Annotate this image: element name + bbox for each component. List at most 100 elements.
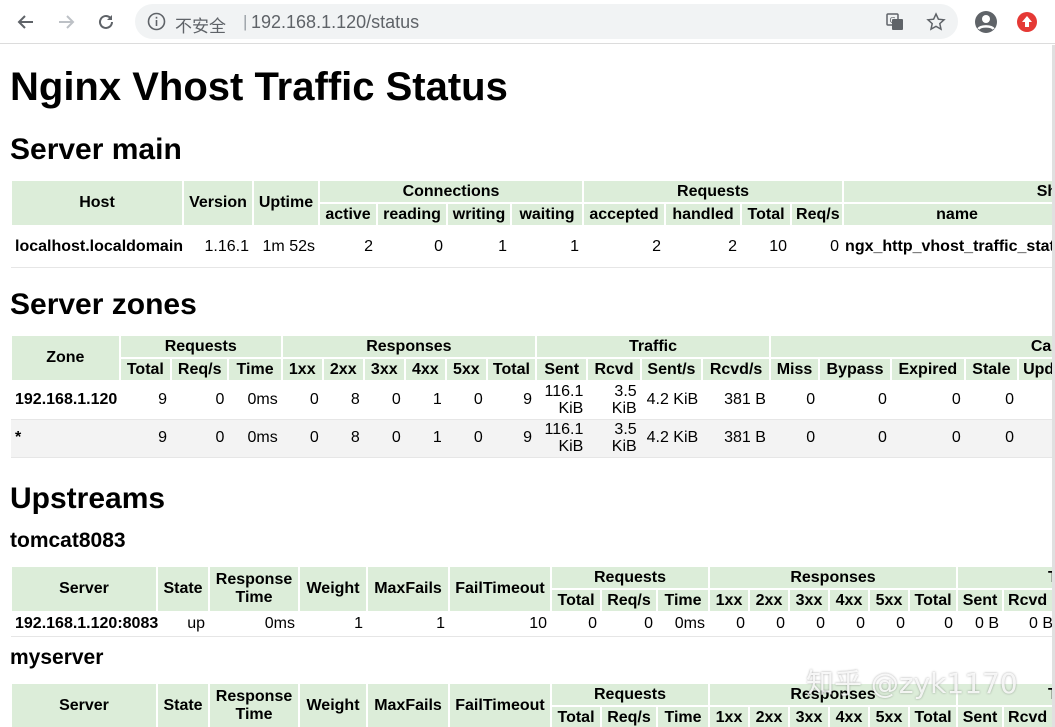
col-failtimeout: FailTimeout	[448, 565, 552, 613]
cell-active: 2	[319, 226, 377, 268]
col-5xx: 5xx	[868, 705, 910, 727]
cell-expired: 0	[890, 381, 965, 420]
server-zones-table: Zone Requests Responses Traffic Cach Tot…	[10, 334, 1055, 458]
col-uptime: Uptime	[252, 179, 320, 227]
col-5xx: 5xx	[868, 588, 910, 613]
col-failtimeout: FailTimeout	[448, 682, 552, 727]
cell-rcvd: 0 B	[1003, 612, 1055, 637]
cell-sent-per-sec: 4.2 KiB	[640, 419, 703, 458]
forward-button[interactable]	[52, 8, 80, 36]
server-main-heading: Server main	[10, 133, 182, 166]
cell-3xx: 0	[363, 419, 405, 458]
col-1xx: 1xx	[708, 588, 750, 613]
table-row: localhost.localdomain 1.16.1 1m 52s 2 0 …	[11, 226, 1055, 268]
col-host: Host	[10, 179, 184, 227]
cell-reqs: 0	[170, 419, 229, 458]
url-separator: |	[243, 12, 248, 31]
col-2xx: 2xx	[748, 705, 790, 727]
col-4xx: 4xx	[828, 705, 870, 727]
cell-total: 10	[741, 226, 792, 268]
info-icon[interactable]	[147, 12, 166, 31]
cell-rcvd: 3.5 KiB	[587, 381, 641, 420]
cell-time: 0ms	[657, 612, 709, 637]
col-1xx: 1xx	[280, 357, 324, 382]
cell-updating	[1018, 419, 1055, 458]
cell-name: ngx_http_vhost_traffic_stat	[843, 226, 1055, 268]
server-main-table: Host Version Uptime Connections Requests…	[10, 179, 1055, 268]
col-responses-total: Total	[485, 357, 538, 382]
cell-time: 0ms	[228, 419, 282, 458]
upstream-name: tomcat8083	[10, 529, 126, 552]
address-bar[interactable]: 不安全 | 192.168.1.120/status G	[135, 4, 958, 39]
cell-sent: 116.1 KiB	[536, 419, 588, 458]
group-cache: Cach	[768, 334, 1055, 359]
cell-total: 9	[119, 419, 171, 458]
back-button[interactable]	[12, 8, 40, 36]
cell-3xx: 0	[789, 612, 829, 637]
cell-sent-per-sec: 4.2 KiB	[640, 381, 703, 420]
cell-total: 9	[119, 381, 171, 420]
reload-button[interactable]	[92, 8, 120, 36]
col-server: Server	[10, 565, 158, 613]
col-reqs: Req/s	[600, 705, 658, 727]
cell-host: localhost.localdomain	[11, 226, 183, 268]
col-4xx: 4xx	[828, 588, 870, 613]
cell-waiting: 1	[511, 226, 584, 268]
bookmark-star-icon[interactable]	[926, 12, 946, 32]
cell-reading: 0	[377, 226, 447, 268]
extension-button[interactable]	[1013, 8, 1041, 36]
col-server: Server	[10, 682, 158, 727]
col-3xx: 3xx	[362, 357, 406, 382]
cell-1xx: 0	[709, 612, 749, 637]
table-row: 192.168.1.120 9 0 0ms 0 8 0 1 0 9 116.1 …	[11, 381, 1055, 420]
col-name: name	[842, 202, 1055, 227]
col-5xx: 5xx	[444, 357, 488, 382]
cell-2xx: 8	[322, 381, 364, 420]
cell-4xx: 0	[829, 612, 869, 637]
cell-version: 1.16.1	[183, 226, 253, 268]
col-reqs: Req/s	[790, 202, 845, 227]
cell-2xx: 8	[322, 419, 364, 458]
url-text[interactable]: 192.168.1.120/status	[251, 12, 419, 33]
upstream-name: myserver	[10, 646, 104, 669]
cell-rcvd-per-sec: 381 B	[702, 419, 770, 458]
col-rcvd: Rcvd	[1002, 588, 1055, 613]
col-sent: Sent	[535, 357, 589, 382]
cell-total: 0	[551, 612, 601, 637]
group-traffic: Traffic	[535, 334, 771, 359]
cell-sent: 0 B	[957, 612, 1004, 637]
cell-responses-total: 9	[486, 381, 537, 420]
server-zones-heading: Server zones	[10, 288, 197, 321]
col-reqs: Req/s	[600, 588, 658, 613]
col-responses-total: Total	[907, 588, 959, 613]
back-arrow-icon	[17, 15, 33, 29]
cell-reqs: 0	[170, 381, 229, 420]
col-reading: reading	[376, 202, 448, 227]
cell-4xx: 1	[404, 381, 446, 420]
cell-miss: 0	[769, 419, 820, 458]
col-maxfails: MaxFails	[366, 682, 450, 727]
translate-icon[interactable]: G	[885, 12, 905, 32]
cell-2xx: 0	[749, 612, 789, 637]
cell-5xx: 0	[445, 419, 487, 458]
col-state: State	[156, 682, 210, 727]
col-1xx: 1xx	[708, 705, 750, 727]
col-response-time: Response Time	[208, 682, 300, 727]
cell-server: 192.168.1.120:8083	[11, 612, 158, 637]
col-rcvd: Rcvd	[586, 357, 642, 382]
group-requests: Requests	[118, 334, 283, 359]
col-3xx: 3xx	[788, 705, 830, 727]
table-row: 192.168.1.120:8083 up 0ms 1 1 10 0 0 0ms…	[11, 612, 1055, 637]
col-sent: Sent	[956, 588, 1005, 613]
cell-updating	[1018, 381, 1055, 420]
group-responses: Responses	[280, 334, 538, 359]
group-responses: Responses	[707, 565, 959, 590]
profile-button[interactable]	[972, 8, 1000, 36]
cell-miss: 0	[769, 381, 820, 420]
upstreams-heading: Upstreams	[10, 482, 166, 515]
col-2xx: 2xx	[748, 588, 790, 613]
extension-update-icon	[1017, 12, 1037, 32]
col-bypass: Bypass	[818, 357, 892, 382]
cell-accepted: 2	[583, 226, 666, 268]
col-total: Total	[550, 588, 602, 613]
